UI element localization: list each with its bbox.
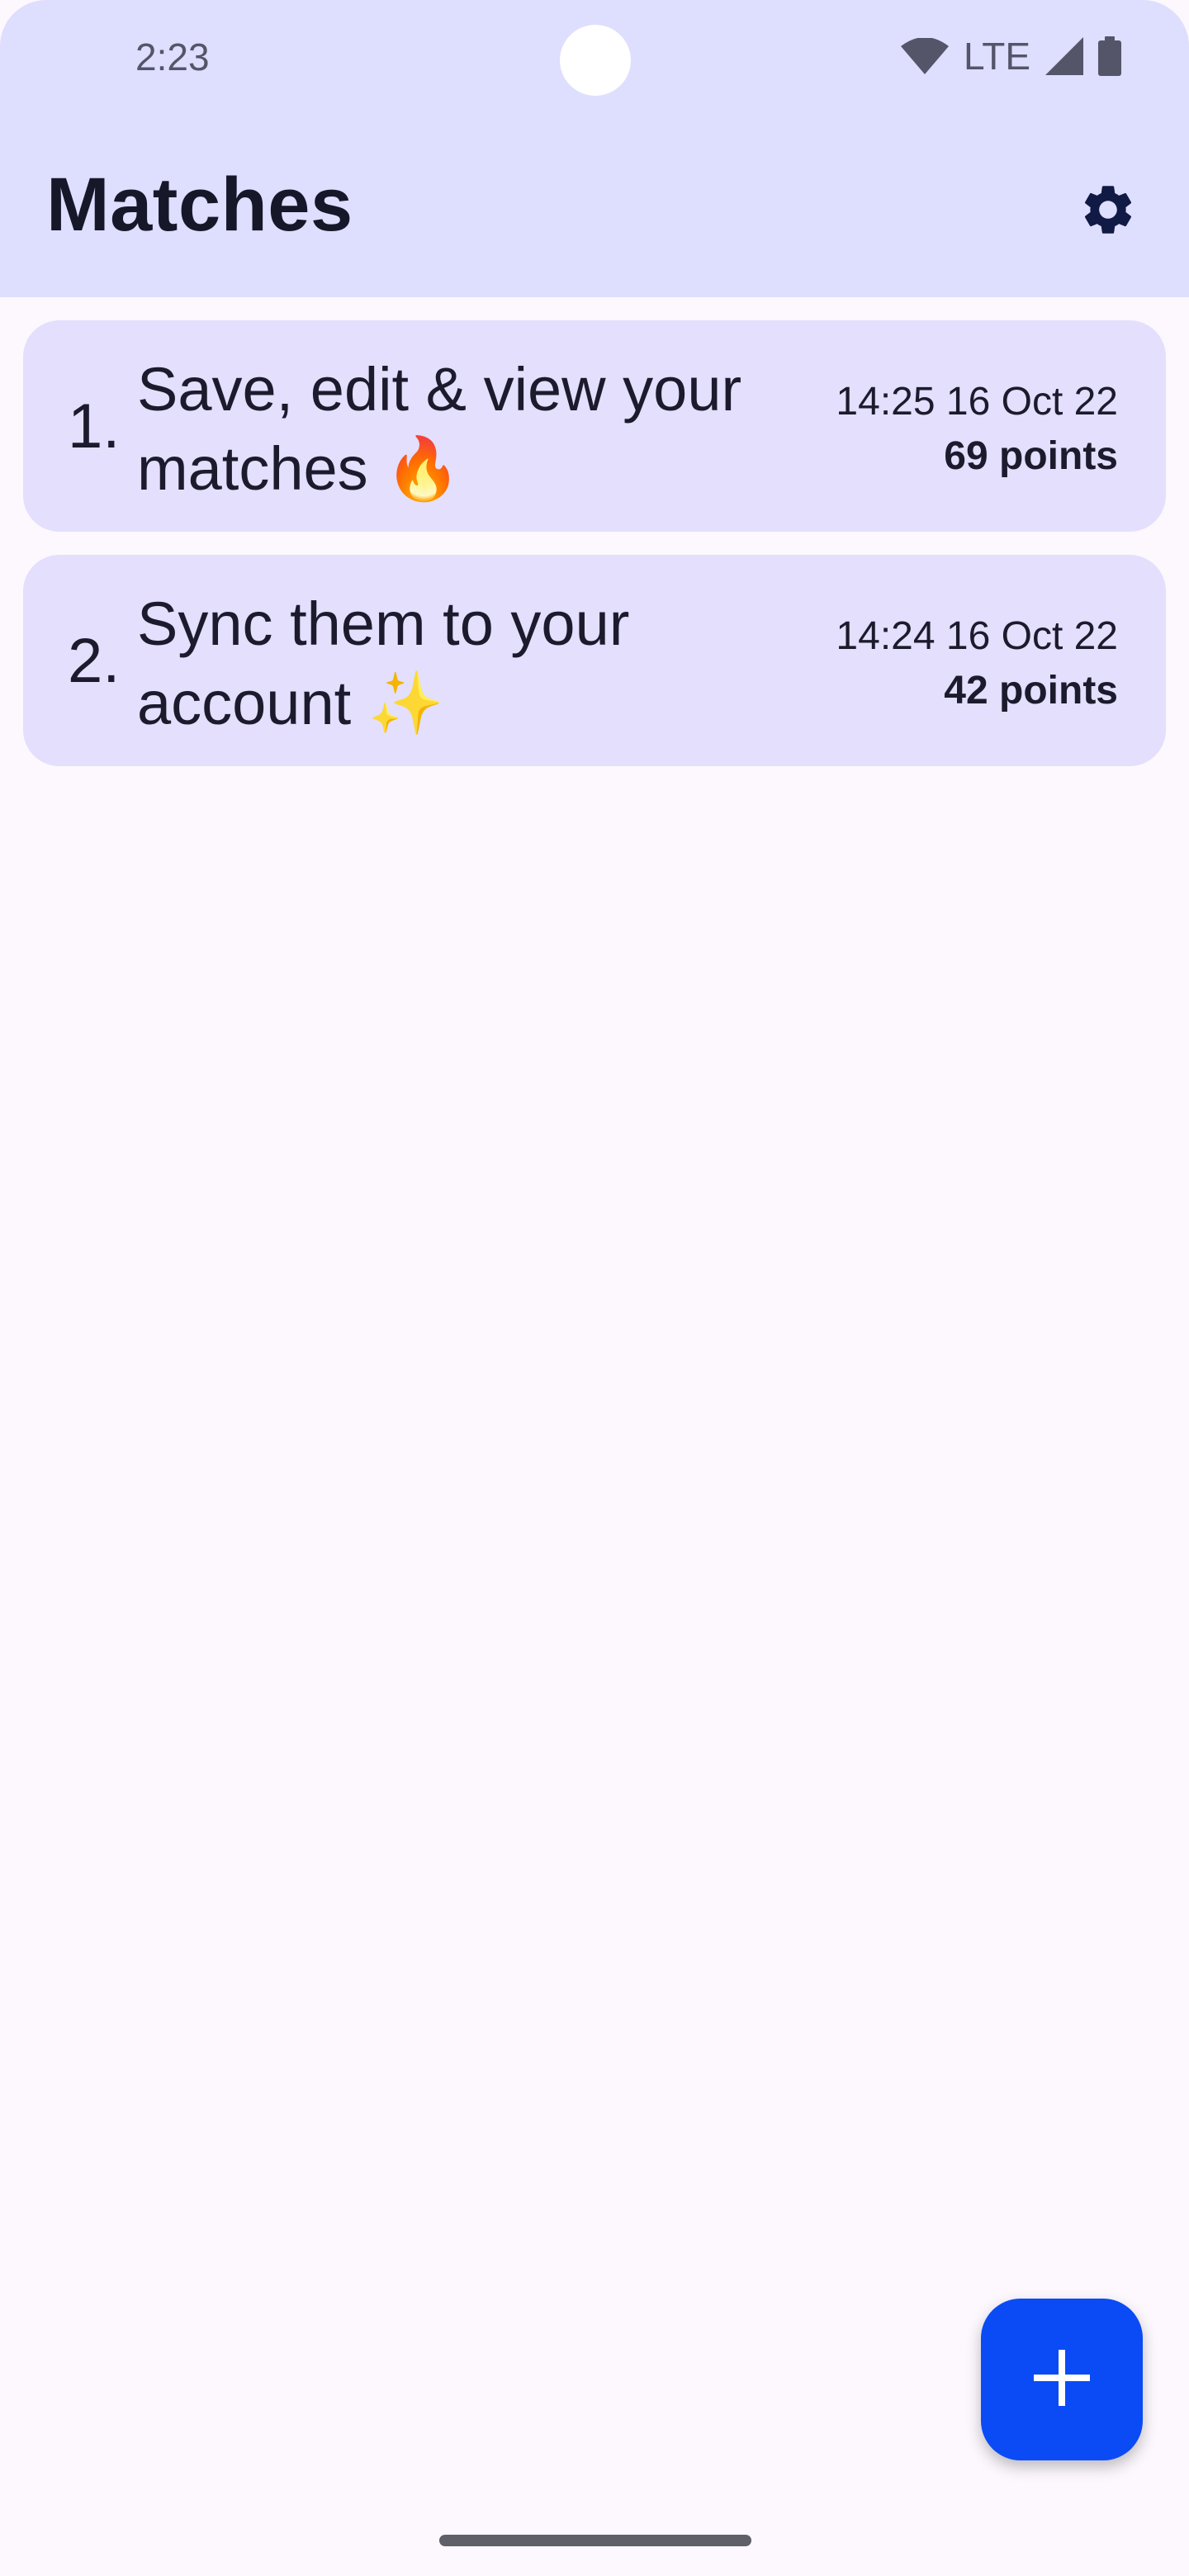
network-type-label: LTE <box>964 35 1030 78</box>
status-icons: LTE <box>901 31 1121 81</box>
wifi-icon <box>901 38 950 74</box>
match-meta: 14:25 16 Oct 22 69 points <box>836 375 1118 484</box>
gesture-navigation-bar[interactable] <box>439 2535 751 2546</box>
app-bar: Matches <box>0 132 1189 297</box>
status-bar: 2:23 LTE <box>0 0 1189 116</box>
battery-icon <box>1098 36 1121 76</box>
status-time: 2:23 <box>135 36 210 78</box>
settings-button[interactable] <box>1070 173 1146 249</box>
match-title: Save, edit & view your matches 🔥 <box>137 355 742 503</box>
match-card-1[interactable]: 1. Save, edit & view your matches 🔥 14:2… <box>23 320 1166 532</box>
app-screen: 2:23 LTE Matches 1. Save, edit & view yo… <box>0 0 1189 2576</box>
plus-icon <box>1032 2348 1092 2412</box>
match-meta: 14:24 16 Oct 22 42 points <box>836 609 1118 718</box>
match-number: 1. <box>68 391 121 462</box>
page-title: Matches <box>46 163 353 247</box>
header-area: 2:23 LTE Matches <box>0 0 1189 297</box>
match-card-2[interactable]: 2. Sync them to your account ✨ 14:24 16 … <box>23 555 1166 766</box>
camera-cutout <box>560 25 631 96</box>
match-title: Sync them to your account ✨ <box>137 590 630 737</box>
match-list: 1. Save, edit & view your matches 🔥 14:2… <box>23 320 1166 789</box>
cellular-signal-icon <box>1045 37 1083 75</box>
match-points: 42 points <box>944 669 1118 713</box>
gear-icon <box>1078 180 1138 244</box>
match-timestamp: 14:24 16 Oct 22 <box>836 614 1118 658</box>
match-timestamp: 14:25 16 Oct 22 <box>836 380 1118 424</box>
add-match-button[interactable] <box>981 2299 1143 2460</box>
match-points: 69 points <box>944 434 1118 478</box>
match-number: 2. <box>68 625 121 696</box>
